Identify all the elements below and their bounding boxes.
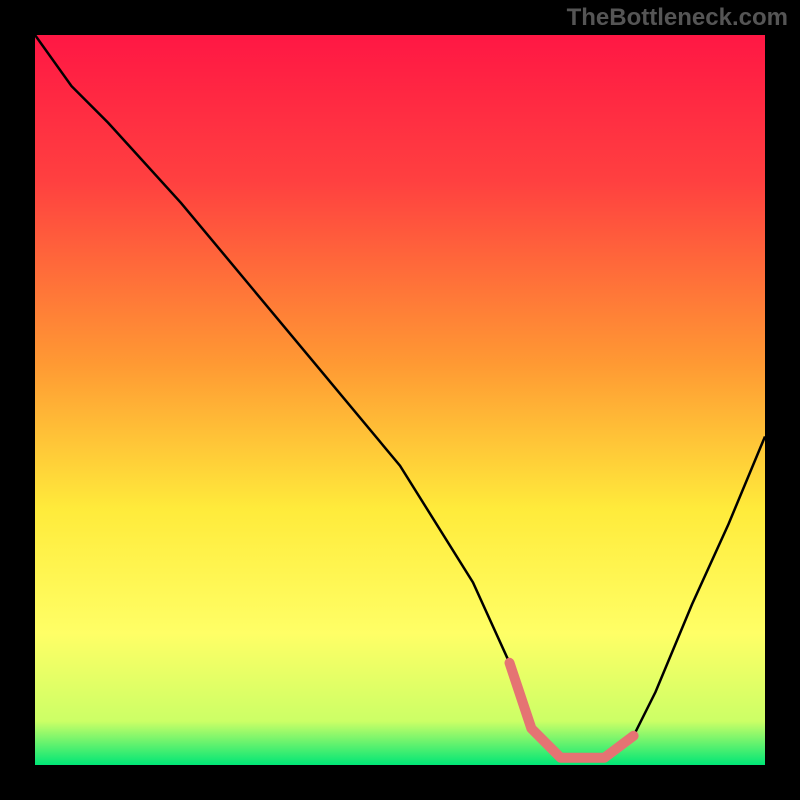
gradient-background bbox=[35, 35, 765, 765]
chart-svg bbox=[35, 35, 765, 765]
chart-container: TheBottleneck.com bbox=[0, 0, 800, 800]
plot-area bbox=[35, 35, 765, 765]
watermark-text: TheBottleneck.com bbox=[567, 4, 788, 32]
